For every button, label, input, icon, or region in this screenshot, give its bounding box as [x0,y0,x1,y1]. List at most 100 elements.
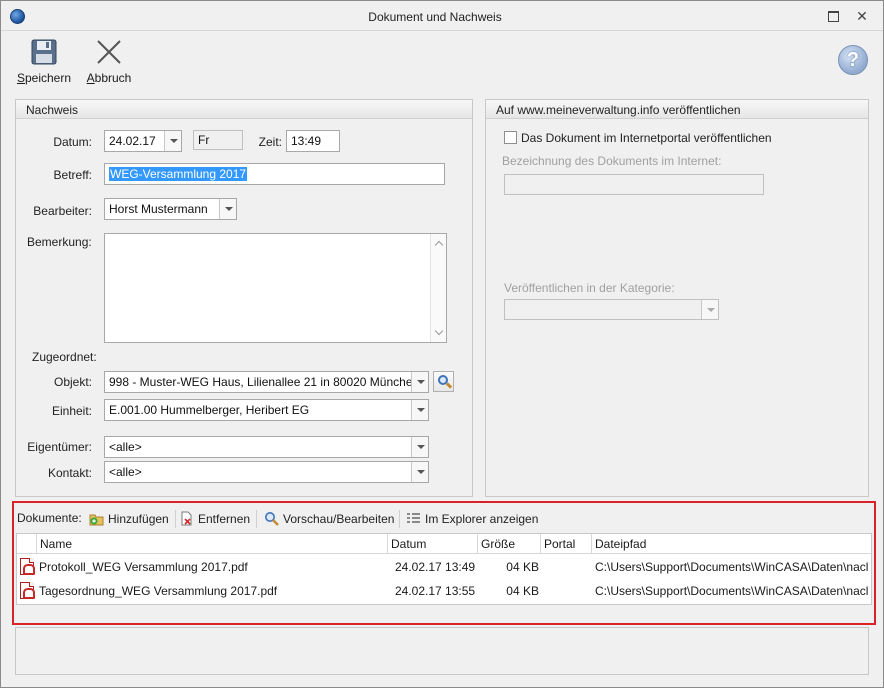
document-remove-icon [179,511,194,526]
table-row[interactable]: Protokoll_WEG Versammlung 2017.pdf 24.02… [17,555,871,579]
add-document-label: Hinzufügen [108,512,169,526]
documents-grid: Name Datum Größe Portal Dateipfad Protok… [16,533,872,605]
nachweis-heading: Nachweis [16,100,472,119]
eigentuemer-combo[interactable]: <alle> [104,436,429,458]
column-header-name[interactable]: Name [37,534,388,554]
preview-edit-button[interactable]: Vorschau/Bearbeiten [264,511,394,526]
column-header-icon [17,534,37,554]
publish-checkbox-label: Das Dokument im Internetportal veröffent… [521,131,772,145]
zeit-label: Zeit: [258,135,282,149]
datum-value: 24.02.17 [109,134,156,148]
bearbeiter-label: Bearbeiter: [33,204,92,218]
chevron-down-icon[interactable] [411,372,428,392]
zugeordnet-label: Zugeordnet: [32,350,97,364]
pdf-file-icon [20,558,35,575]
row-groesse: 04 KB [506,584,539,598]
bezeichnung-label: Bezeichnung des Dokuments im Internet: [502,154,722,168]
kategorie-label: Veröffentlichen in der Kategorie: [504,281,675,295]
row-datum: 24.02.17 13:49 [395,560,476,574]
preview-edit-label: Vorschau/Bearbeiten [283,512,395,526]
chevron-down-icon[interactable] [219,199,236,219]
betreff-field[interactable]: WEG-Versammlung 2017 [104,163,445,185]
scroll-down-icon[interactable] [434,326,444,336]
cancel-button[interactable]: Abbruch [83,36,135,85]
publish-checkbox[interactable] [504,131,517,144]
kontakt-value: <alle> [109,465,142,479]
row-dateipfad: C:\Users\Support\Documents\WinCASA\Daten… [595,584,869,598]
row-dateipfad: C:\Users\Support\Documents\WinCASA\Daten… [595,560,869,574]
toolbar: Speichern Abbruch ? [1,32,883,89]
weekday-field: Fr [193,130,243,150]
objekt-search-button[interactable] [433,371,454,392]
cancel-label: Abbruch [86,71,132,85]
close-window-icon[interactable]: ✕ [854,9,870,23]
remove-document-button[interactable]: Entfernen [179,511,250,526]
kontakt-combo[interactable]: <alle> [104,461,429,483]
bemerkung-scrollbar[interactable] [430,234,446,342]
row-groesse: 04 KB [506,560,539,574]
column-header-portal[interactable]: Portal [541,534,592,554]
chevron-down-icon[interactable] [164,131,181,151]
show-in-explorer-label: Im Explorer anzeigen [425,512,539,526]
table-row[interactable]: Tagesordnung_WEG Versammlung 2017.pdf 24… [17,579,871,603]
add-document-button[interactable]: Hinzufügen [89,511,169,526]
restore-window-icon[interactable] [825,9,841,23]
chevron-down-icon[interactable] [701,300,718,319]
toolbar-separator [399,510,400,528]
nachweis-group: Nachweis Datum: 24.02.17 Fr Zeit: 13:49 … [15,99,473,497]
title-bar: Dokument und Nachweis ✕ [1,1,883,31]
betreff-label: Betreff: [53,168,92,182]
objekt-label: Objekt: [53,375,92,389]
save-label: Speichern [16,71,72,85]
chevron-down-icon[interactable] [411,462,428,482]
kontakt-label: Kontakt: [47,466,92,480]
bearbeiter-combo[interactable]: Horst Mustermann [104,198,237,220]
question-mark-icon[interactable]: ? [838,45,868,75]
floppy-disk-icon [30,38,58,66]
magnifier-icon [264,511,279,526]
dialog-window: Dokument und Nachweis ✕ Speichern Abbruc… [0,0,884,688]
betreff-value: WEG-Versammlung 2017 [109,167,248,181]
documents-label: Dokumente: [17,511,82,525]
folder-add-icon [89,511,104,526]
row-name: Tagesordnung_WEG Versammlung 2017.pdf [39,584,278,598]
window-title: Dokument und Nachweis [368,10,502,24]
bemerkung-textarea[interactable] [104,233,447,343]
show-in-explorer-button[interactable]: Im Explorer anzeigen [406,511,538,526]
chevron-down-icon[interactable] [411,400,428,420]
row-name: Protokoll_WEG Versammlung 2017.pdf [39,560,248,574]
bemerkung-label: Bemerkung: [27,235,92,249]
column-header-groesse[interactable]: Größe [478,534,541,554]
column-header-dateipfad[interactable]: Dateipfad [592,534,871,554]
chevron-down-icon[interactable] [411,437,428,457]
zeit-field[interactable]: 13:49 [286,130,340,152]
objekt-value: 998 - Muster-WEG Haus, Lilienallee 21 in… [109,375,420,389]
column-header-datum[interactable]: Datum [388,534,478,554]
save-button[interactable]: Speichern [15,36,73,85]
toolbar-separator [256,510,257,528]
datum-label: Datum: [53,135,92,149]
einheit-label: Einheit: [51,404,92,418]
bezeichnung-field[interactable] [504,174,764,195]
kategorie-combo[interactable] [504,299,719,320]
toolbar-separator [175,510,176,528]
bottom-area [15,627,869,675]
x-cross-icon [95,38,123,66]
documents-panel: Dokumente: Hinzufügen Entfernen Vorschau… [12,501,876,625]
publish-heading: Auf www.meineverwaltung.info veröffentli… [486,100,868,119]
eigentuemer-value: <alle> [109,440,142,454]
row-datum: 24.02.17 13:55 [395,584,476,598]
scroll-up-icon[interactable] [434,240,444,250]
pdf-file-icon [20,582,35,599]
eigentuemer-label: Eigentümer: [27,440,92,454]
objekt-combo[interactable]: 998 - Muster-WEG Haus, Lilienallee 21 in… [104,371,429,393]
einheit-value: E.001.00 Hummelberger, Heribert EG [109,403,310,417]
documents-toolbar: Dokumente: Hinzufügen Entfernen Vorschau… [14,503,874,533]
remove-document-label: Entfernen [198,512,251,526]
bearbeiter-value: Horst Mustermann [109,202,208,216]
list-view-icon [406,511,421,526]
publish-group: Auf www.meineverwaltung.info veröffentli… [485,99,869,497]
einheit-combo[interactable]: E.001.00 Hummelberger, Heribert EG [104,399,429,421]
datum-field[interactable]: 24.02.17 [104,130,182,152]
grid-header: Name Datum Größe Portal Dateipfad [17,534,871,554]
